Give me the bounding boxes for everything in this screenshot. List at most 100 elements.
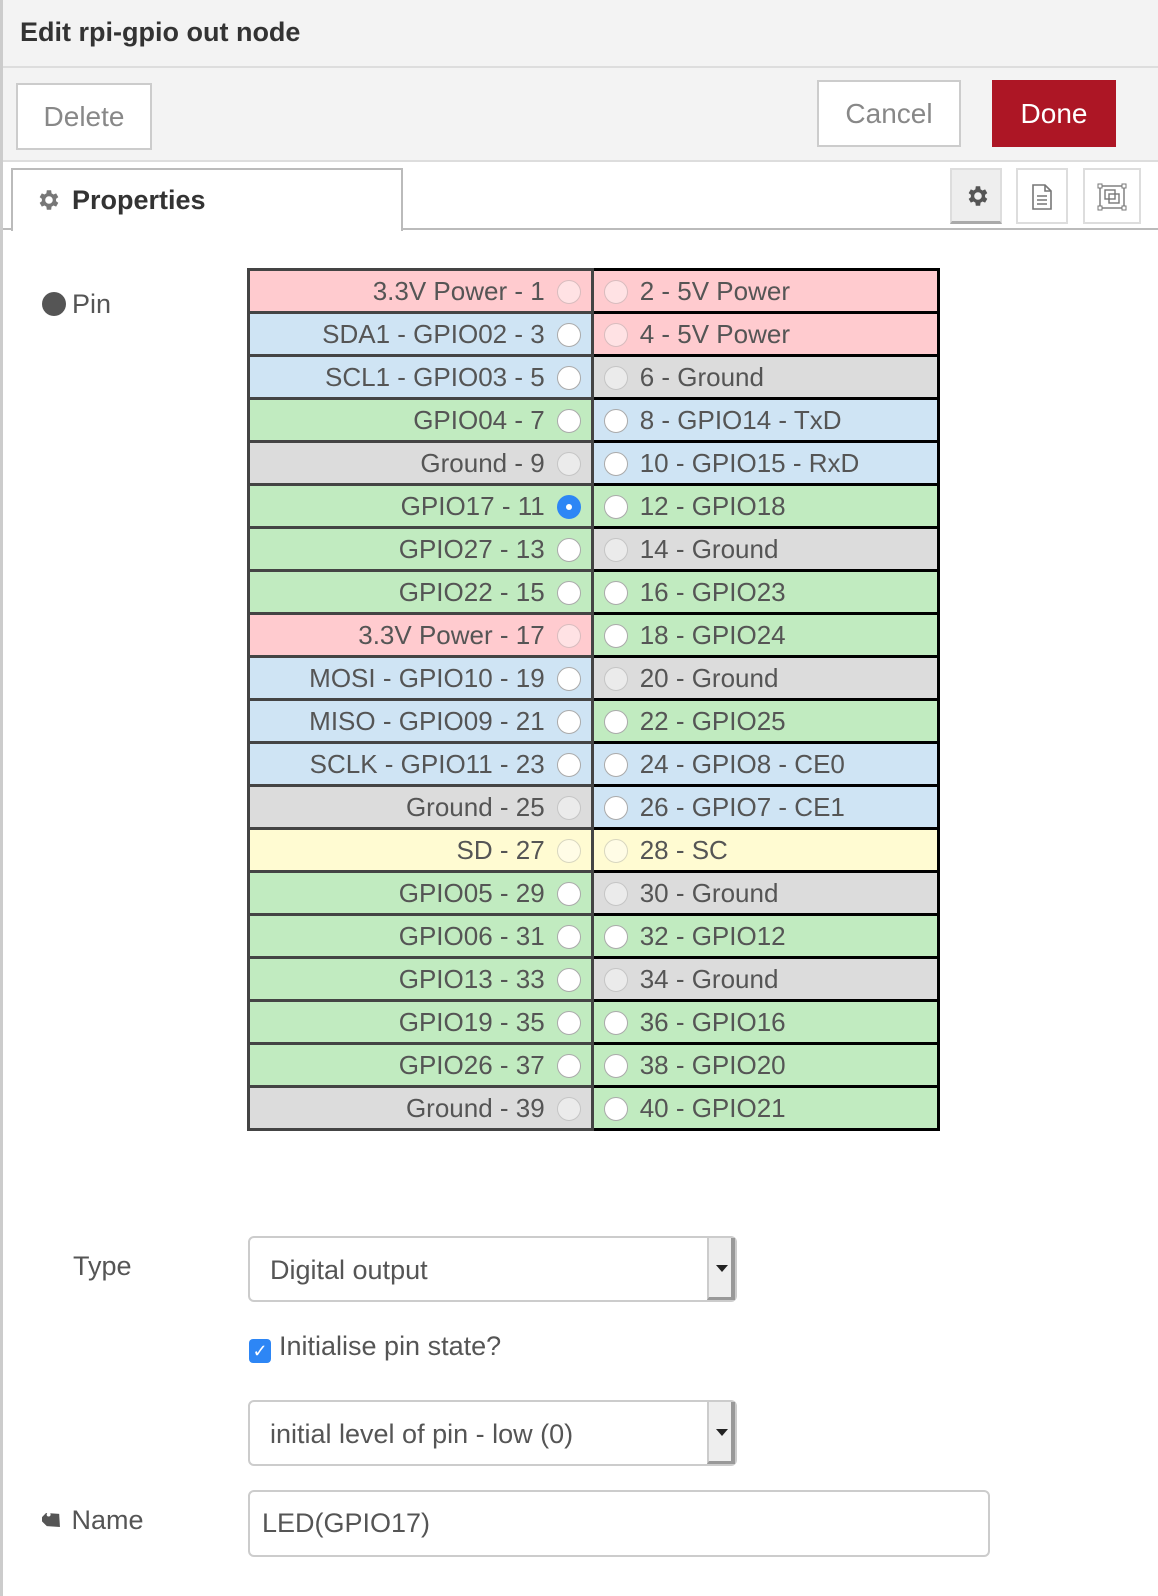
name-input[interactable] (248, 1490, 990, 1557)
pin-radio[interactable] (603, 709, 628, 734)
pin-cell-label: GPIO19 - 35 (398, 1006, 545, 1037)
pin-label-text: Pin (72, 289, 112, 319)
tab-properties-label: Properties (72, 185, 206, 215)
pin-cell-label: SCL1 - GPIO03 - 5 (325, 361, 545, 392)
pin-cell-left[interactable]: SDA1 - GPIO02 - 3 (247, 311, 594, 357)
pin-radio[interactable] (603, 752, 628, 777)
pin-cell-label: 24 - GPIO8 - CE0 (639, 748, 845, 779)
pin-cell-right[interactable]: 36 - GPIO16 (590, 999, 941, 1045)
pin-radio[interactable] (603, 494, 628, 519)
pin-cell-right[interactable]: 18 - GPIO24 (590, 612, 941, 658)
pin-row: 3.3V Power - 1 2 - 5V Power (247, 268, 941, 314)
pin-cell-left: SD - 27 (247, 827, 594, 873)
pin-radio (603, 967, 628, 992)
pin-cell-right[interactable]: 22 - GPIO25 (590, 698, 941, 744)
pin-cell-right[interactable]: 24 - GPIO8 - CE0 (590, 741, 941, 787)
pin-row: SCL1 - GPIO03 - 5 6 - Ground (247, 354, 941, 400)
pin-radio[interactable] (556, 709, 581, 734)
pin-radio[interactable] (556, 752, 581, 777)
pin-radio[interactable] (603, 451, 628, 476)
pin-cell-left[interactable]: GPIO27 - 13 (247, 526, 594, 572)
pin-cell-right[interactable]: 12 - GPIO18 (590, 483, 941, 529)
pin-cell-left[interactable]: GPIO04 - 7 (247, 397, 594, 443)
pin-cell-right[interactable]: 8 - GPIO14 - TxD (590, 397, 941, 443)
pin-radio[interactable] (603, 795, 628, 820)
pin-radio[interactable] (556, 494, 581, 519)
pin-cell-label: 32 - GPIO12 (639, 920, 786, 951)
pin-cell-left[interactable]: GPIO17 - 11 (247, 483, 594, 529)
pin-radio[interactable] (556, 580, 581, 605)
tab-appearance[interactable] (1083, 168, 1141, 224)
pin-cell-label: SDA1 - GPIO02 - 3 (322, 318, 545, 349)
pin-radio[interactable] (603, 1053, 628, 1078)
pin-radio[interactable] (556, 924, 581, 949)
pin-radio[interactable] (603, 580, 628, 605)
pin-radio[interactable] (603, 1010, 628, 1035)
tab-properties[interactable]: Properties (11, 168, 403, 231)
initialise-pin-checkbox[interactable]: ✓ (249, 1339, 271, 1363)
pin-radio[interactable] (556, 537, 581, 562)
name-label: Name (39, 1505, 144, 1536)
pin-cell-label: 4 - 5V Power (639, 318, 790, 349)
document-icon (1032, 184, 1052, 210)
pin-row: GPIO05 - 29 30 - Ground (247, 870, 941, 916)
pin-cell-left[interactable]: GPIO06 - 31 (247, 913, 594, 959)
pin-cell-label: 20 - Ground (639, 662, 779, 693)
pin-radio[interactable] (556, 881, 581, 906)
pin-cell-left[interactable]: GPIO26 - 37 (247, 1042, 594, 1088)
pin-radio[interactable] (603, 924, 628, 949)
pin-cell-left[interactable]: MOSI - GPIO10 - 19 (247, 655, 594, 701)
pin-field-label: Pin (42, 289, 111, 320)
tab-description[interactable] (1016, 168, 1068, 224)
pin-radio[interactable] (556, 322, 581, 347)
pin-row: MISO - GPIO09 - 21 22 - GPIO25 (247, 698, 941, 744)
pin-radio[interactable] (556, 1053, 581, 1078)
pin-radio[interactable] (603, 408, 628, 433)
pin-radio[interactable] (556, 365, 581, 390)
pin-cell-left[interactable]: SCLK - GPIO11 - 23 (247, 741, 594, 787)
type-label: Type (73, 1251, 132, 1281)
pin-cell-left[interactable]: GPIO13 - 33 (247, 956, 594, 1002)
pin-row: GPIO17 - 11 12 - GPIO18 (247, 483, 941, 529)
pin-radio[interactable] (603, 623, 628, 648)
pin-cell-right[interactable]: 16 - GPIO23 (590, 569, 941, 615)
pin-cell-right[interactable]: 10 - GPIO15 - RxD (590, 440, 941, 486)
pin-radio[interactable] (603, 1096, 628, 1121)
pin-radio[interactable] (556, 1010, 581, 1035)
pin-cell-right: 30 - Ground (590, 870, 941, 916)
pin-radio[interactable] (556, 666, 581, 691)
pin-radio (556, 1096, 581, 1121)
pin-cell-right[interactable]: 26 - GPIO7 - CE1 (590, 784, 941, 830)
pin-cell-right[interactable]: 32 - GPIO12 (590, 913, 941, 959)
pin-cell-right[interactable]: 38 - GPIO20 (590, 1042, 941, 1088)
pin-cell-label: SCLK - GPIO11 - 23 (309, 748, 545, 779)
pin-row: Ground - 9 10 - GPIO15 - RxD (247, 440, 941, 486)
cancel-button[interactable]: Cancel (817, 80, 961, 147)
pin-radio (556, 838, 581, 863)
pin-radio (556, 451, 581, 476)
pin-cell-label: 12 - GPIO18 (639, 490, 786, 521)
pin-radio[interactable] (556, 408, 581, 433)
pin-radio (603, 881, 628, 906)
pin-cell-label: Ground - 9 (420, 447, 545, 478)
pin-cell-left[interactable]: GPIO19 - 35 (247, 999, 594, 1045)
pin-cell-label: 18 - GPIO24 (639, 619, 786, 650)
gear-icon (968, 186, 988, 206)
pin-cell-right: 28 - SC (590, 827, 941, 873)
pin-cell-left[interactable]: MISO - GPIO09 - 21 (247, 698, 594, 744)
done-button[interactable]: Done (992, 80, 1116, 147)
pin-cell-left[interactable]: GPIO22 - 15 (247, 569, 594, 615)
pin-cell-right[interactable]: 40 - GPIO21 (590, 1085, 941, 1131)
pin-row: Ground - 25 26 - GPIO7 - CE1 (247, 784, 941, 830)
pin-row: 3.3V Power - 17 18 - GPIO24 (247, 612, 941, 658)
delete-button[interactable]: Delete (16, 83, 152, 150)
type-select[interactable]: Digital output (248, 1236, 737, 1302)
chevron-down-icon (707, 1238, 735, 1300)
pin-cell-left[interactable]: GPIO05 - 29 (247, 870, 594, 916)
initial-level-select[interactable]: initial level of pin - low (0) (248, 1400, 737, 1466)
pin-row: GPIO22 - 15 16 - GPIO23 (247, 569, 941, 615)
pin-radio[interactable] (556, 967, 581, 992)
pin-cell-label: 16 - GPIO23 (639, 576, 786, 607)
pin-cell-left[interactable]: SCL1 - GPIO03 - 5 (247, 354, 594, 400)
tab-settings[interactable] (950, 168, 1002, 224)
